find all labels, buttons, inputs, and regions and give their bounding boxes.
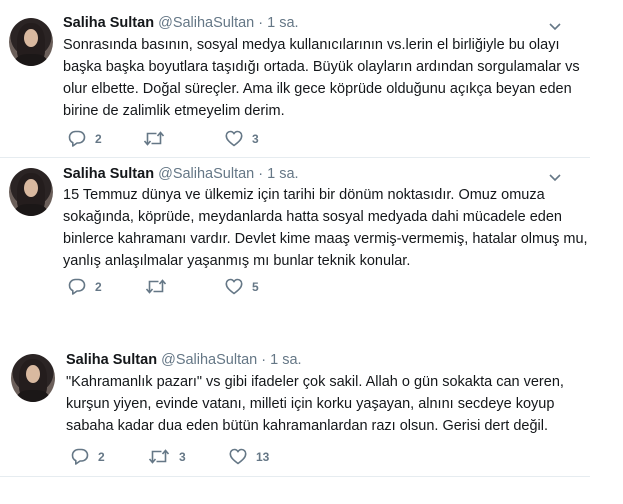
tweet-text-line: yanlış anlaşılmalar yaşanmış mı bunlar t…	[63, 253, 411, 269]
tweet-text-line: olur elbette. Doğal süreçler. Ama ilk ge…	[63, 81, 572, 97]
reply-count: 2	[98, 449, 105, 464]
tweet[interactable]: Saliha Sultan @SalihaSultan · 1 sa. "Kah…	[0, 340, 590, 480]
reply-icon	[71, 448, 89, 465]
author-handle[interactable]: @SalihaSultan	[158, 166, 254, 182]
retweet-button[interactable]	[145, 278, 176, 295]
tweet-text-line: kurşun yiyen, evinde vatanı, milleti içi…	[66, 396, 555, 412]
heart-icon	[225, 130, 243, 147]
like-button[interactable]: 13	[229, 448, 269, 465]
tweet-header: Saliha Sultan @SalihaSultan · 1 sa.	[66, 352, 302, 368]
reply-button[interactable]: 2	[71, 448, 105, 465]
avatar-body	[17, 390, 49, 402]
separator-dot: ·	[258, 166, 264, 182]
avatar-body	[15, 204, 47, 216]
retweet-icon	[145, 279, 167, 294]
tweet-text: 15 Temmuz dünya ve ülkemiz için tarihi b…	[63, 184, 588, 272]
chevron-down-icon[interactable]	[548, 171, 562, 185]
avatar-face	[24, 29, 38, 47]
reply-count: 2	[95, 279, 102, 294]
tweet-header: Saliha Sultan @SalihaSultan · 1 sa.	[63, 166, 299, 182]
reply-icon	[68, 130, 86, 147]
tweet-text-line: başka başka boyutlara taşıdığı ortada. B…	[63, 59, 580, 75]
tweet[interactable]: Saliha Sultan @SalihaSultan · 1 sa. Sonr…	[0, 0, 590, 160]
tweet-text-line: sokağında, köprüde, meydanlarda hatta so…	[63, 209, 562, 225]
chevron-down-icon[interactable]	[548, 20, 562, 34]
avatar-body	[15, 54, 47, 66]
author-name[interactable]: Saliha Sultan	[63, 166, 154, 182]
tweet-text: "Kahramanlık pazarı" vs gibi ifadeler ço…	[66, 371, 564, 437]
divider	[0, 476, 590, 477]
tweet-text-line: 15 Temmuz dünya ve ülkemiz için tarihi b…	[63, 187, 545, 203]
like-count: 3	[252, 131, 259, 146]
author-name[interactable]: Saliha Sultan	[66, 352, 157, 368]
tweet-timestamp[interactable]: 1 sa.	[267, 15, 298, 31]
author-handle[interactable]: @SalihaSultan	[161, 352, 257, 368]
like-count: 5	[252, 279, 259, 294]
heart-icon	[229, 448, 247, 465]
heart-icon	[225, 278, 243, 295]
like-button[interactable]: 3	[225, 130, 259, 147]
reply-button[interactable]: 2	[68, 278, 102, 295]
like-count: 13	[256, 449, 270, 464]
reply-count: 2	[95, 131, 102, 146]
avatar-face	[24, 179, 38, 197]
retweet-count: 3	[179, 449, 186, 464]
tweet-text: Sonrasında basının, sosyal medya kullanı…	[63, 34, 580, 122]
separator-dot: ·	[258, 15, 264, 31]
tweet-timestamp[interactable]: 1 sa.	[270, 352, 301, 368]
like-button[interactable]: 5	[225, 278, 259, 295]
retweet-icon	[148, 449, 170, 464]
tweet-text-line: Sonrasında basının, sosyal medya kullanı…	[63, 37, 560, 53]
reply-icon	[68, 278, 86, 295]
tweet-text-line: binlerce kahramanı vardır. Devlet kime m…	[63, 231, 588, 247]
author-handle[interactable]: @SalihaSultan	[158, 15, 254, 31]
avatar[interactable]	[11, 354, 55, 402]
author-name[interactable]: Saliha Sultan	[63, 15, 154, 31]
avatar-face	[26, 365, 40, 383]
tweet-text-line: sabaha kadar dua eden bütün kahramanlard…	[66, 418, 549, 434]
tweet[interactable]: Saliha Sultan @SalihaSultan · 1 sa. 15 T…	[0, 158, 590, 318]
separator-dot: ·	[261, 352, 267, 368]
avatar[interactable]	[9, 18, 53, 66]
tweet-header: Saliha Sultan @SalihaSultan · 1 sa.	[63, 15, 299, 31]
retweet-button[interactable]: 3	[148, 448, 186, 465]
avatar[interactable]	[9, 168, 53, 216]
retweet-icon	[143, 131, 165, 146]
tweet-text-line: birine de zalimlik etmeyelim derim.	[63, 103, 285, 119]
reply-button[interactable]: 2	[68, 130, 102, 147]
tweet-text-line: "Kahramanlık pazarı" vs gibi ifadeler ço…	[66, 374, 564, 390]
tweet-timestamp[interactable]: 1 sa.	[267, 166, 298, 182]
retweet-button[interactable]	[143, 130, 174, 147]
